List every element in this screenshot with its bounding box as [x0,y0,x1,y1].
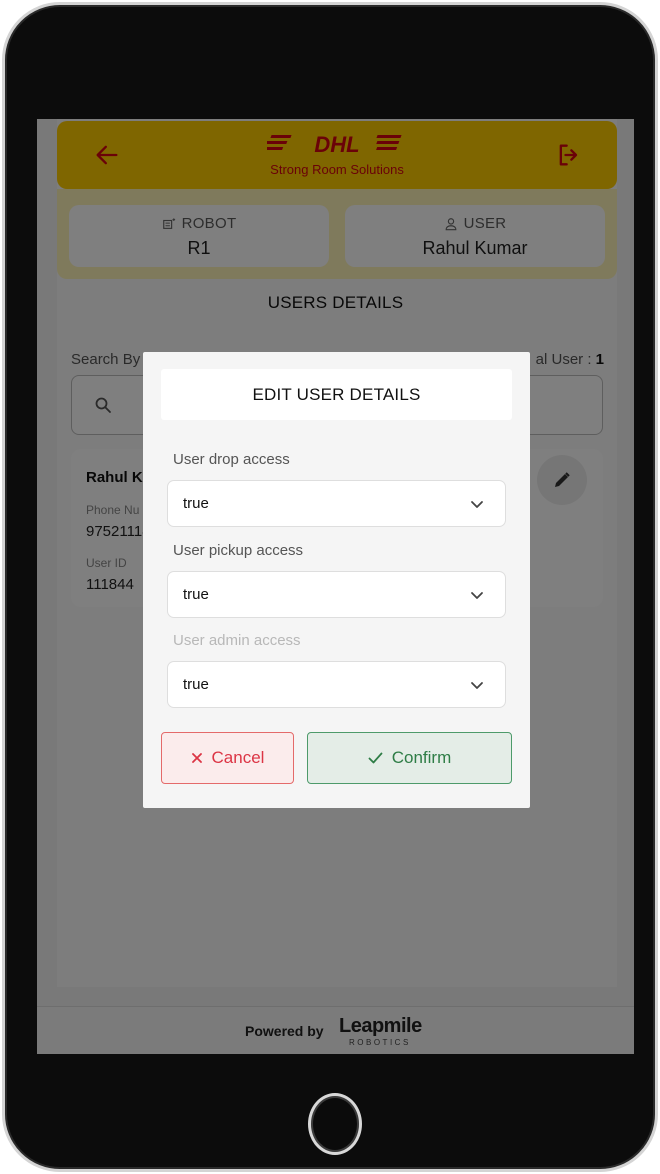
chevron-down-icon [471,682,483,689]
cancel-button[interactable]: Cancel [161,732,294,784]
admin-access-label: User admin access [173,632,301,649]
close-icon [191,753,202,763]
drop-access-label: User drop access [173,451,290,468]
app-screen: DHL Strong Room Solutions ROBOT R1 [37,119,634,1054]
drop-access-select[interactable]: true [167,480,506,527]
pickup-access-select[interactable]: true [167,571,506,618]
chevron-down-icon [471,501,483,508]
drop-access-value: true [183,495,209,512]
admin-access-value: true [183,676,209,693]
check-icon [368,752,383,764]
home-button[interactable] [308,1093,362,1155]
cancel-label: Cancel [211,748,265,767]
admin-access-select[interactable]: true [167,661,506,708]
dialog-title: EDIT USER DETAILS [161,369,512,420]
edit-user-dialog: EDIT USER DETAILS User drop access true … [143,352,530,808]
pickup-access-value: true [183,586,209,603]
device-frame: DHL Strong Room Solutions ROBOT R1 [2,2,658,1172]
chevron-down-icon [471,592,483,599]
pickup-access-label: User pickup access [173,542,304,559]
confirm-label: Confirm [391,748,452,767]
confirm-button[interactable]: Confirm [307,732,512,784]
